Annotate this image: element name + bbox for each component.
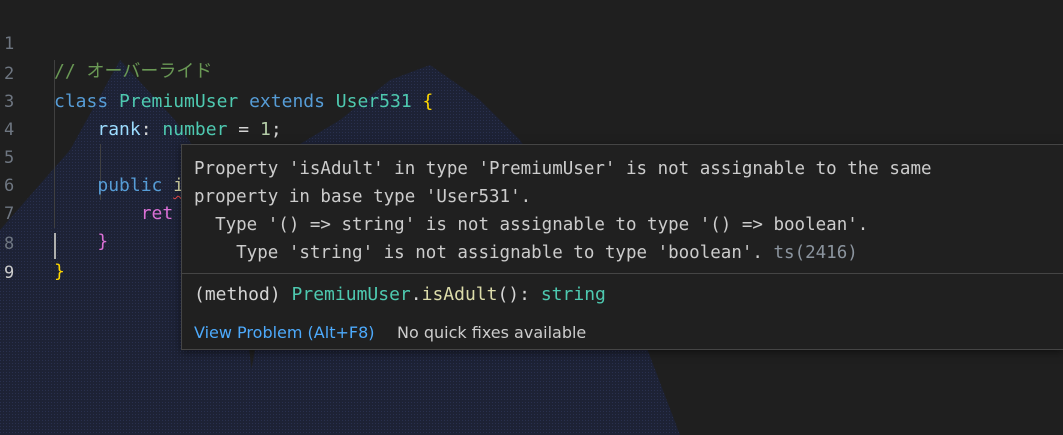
error-message-line: Type 'string' is not assignable to type …: [194, 243, 763, 263]
no-quick-fixes-label: No quick fixes available: [397, 323, 587, 342]
code-editor[interactable]: 1 // オーバーライド 2 class PremiumUser extends…: [0, 0, 1063, 435]
code-line: 1 // オーバーライド: [0, 2, 1063, 82]
signature-return-type: string: [540, 284, 606, 305]
error-message-line: Type '() => string' is not assignable to…: [194, 215, 869, 235]
code-line: 2 class PremiumUser extends User531 {: [0, 32, 1063, 112]
line-number-active: 9: [4, 263, 15, 283]
signature-class: PremiumUser: [291, 284, 411, 305]
error-message-line: property in base type 'User531'.: [194, 187, 532, 207]
divider: [182, 273, 1063, 274]
signature-colon: :: [519, 284, 530, 305]
close-brace: }: [54, 261, 65, 282]
method-signature: (method) PremiumUser.isAdult(): string: [194, 281, 606, 309]
signature-parens: (): [497, 284, 520, 305]
code-line: 5 public isAdult(): string {: [0, 116, 1063, 196]
view-problem-link[interactable]: View Problem (Alt+F8): [194, 317, 375, 349]
code-line: 3 rank: number = 1;: [0, 60, 1063, 140]
error-message-line: Property 'isAdult' in type 'PremiumUser'…: [194, 159, 932, 179]
code-line: 4: [0, 88, 1063, 140]
signature-dot: .: [410, 284, 422, 305]
hover-status-bar: View Problem (Alt+F8) No quick fixes ava…: [182, 317, 1063, 349]
error-code: ts(2416): [773, 243, 858, 263]
text-cursor: [54, 233, 56, 259]
hover-tooltip[interactable]: Property 'isAdult' in type 'PremiumUser'…: [181, 144, 1063, 350]
signature-kind: (method): [194, 284, 281, 305]
signature-method: isAdult: [421, 284, 498, 305]
error-message: Property 'isAdult' in type 'PremiumUser'…: [194, 155, 932, 267]
